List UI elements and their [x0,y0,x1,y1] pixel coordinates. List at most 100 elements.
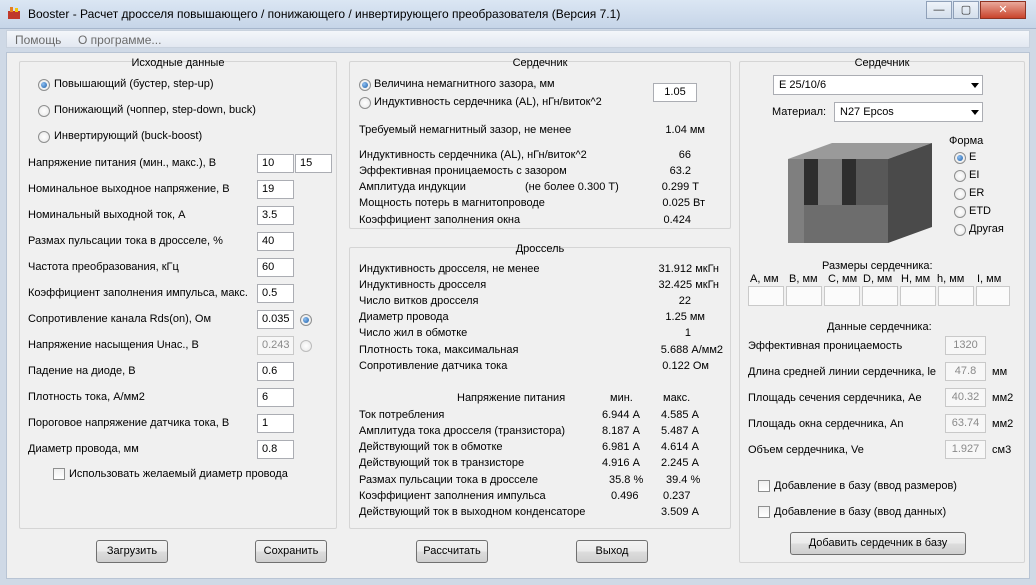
shape-etd-label: ETD [969,205,991,217]
dim-c-input[interactable] [824,286,860,306]
save-button[interactable]: Сохранить [255,540,327,563]
rds-input[interactable]: 0.035 [257,310,294,329]
gap-input[interactable]: 1.05 [653,83,697,102]
mean-path-input[interactable]: 47.8 [945,362,986,381]
volume-input[interactable]: 1.927 [945,440,986,459]
mode-step-up-radio[interactable] [38,79,50,91]
shape-ei-label: EI [969,169,980,181]
cross-section-input[interactable]: 40.32 [945,388,986,407]
add-data-checkbox[interactable] [758,506,770,518]
add-data-label: Добавление в базу (ввод данных) [774,506,947,518]
dim-c-label: C, мм [828,273,858,285]
induction-label: Амплитуда индукции [359,181,466,193]
al-radio-label: Индуктивность сердечника (AL), нГн/виток… [374,96,602,108]
diode-drop-input[interactable]: 0.6 [257,362,294,381]
sense-voltage-label: Пороговое напряжение датчика тока, В [28,417,230,429]
core-data-title: Данные сердечника: [827,321,932,333]
gap-radio[interactable] [359,79,371,91]
shape-e-radio[interactable] [954,152,966,164]
dim-b-input[interactable] [786,286,822,306]
transistor-rms-max: 2.245 А [661,457,699,469]
add-dims-checkbox[interactable] [758,480,770,492]
max-current-density-value: 5.688 А/мм2 [660,344,723,356]
volume-label: Объем сердечника, Ve [748,444,864,456]
exit-button[interactable]: Выход [576,540,648,563]
duty-result-label: Коэффициент заполнения импульса [359,490,546,502]
core-loss-value: 0.025 Вт [662,197,705,209]
minimize-button[interactable]: — [926,1,952,19]
frequency-input[interactable]: 60 [257,258,294,277]
winding-rms-min: 6.981 А [602,441,640,453]
ripple-input[interactable]: 40 [257,232,294,251]
mean-path-label: Длина средней линии сердечника, le [748,366,936,378]
dim-a-input[interactable] [748,286,784,306]
supply-min-input[interactable]: 10 [257,154,294,173]
sense-voltage-input[interactable]: 1 [257,414,294,433]
turns-label: Число витков дросселя [359,295,479,307]
vout-input[interactable]: 19 [257,180,294,199]
transistor-rms-min: 4.916 А [602,457,640,469]
window-area-unit: мм2 [992,418,1014,430]
add-core-button[interactable]: Добавить сердечник в базу [790,532,966,555]
dim-h-input[interactable] [900,286,936,306]
shape-er-radio[interactable] [954,188,966,200]
shape-ei-radio[interactable] [954,170,966,182]
maximize-button[interactable]: ▢ [953,1,979,19]
dim-a-label: A, мм [750,273,779,285]
core-al-label: Индуктивность сердечника (AL), нГн/виток… [359,149,587,161]
material-combo-value: N27 Epcos [840,106,894,118]
use-wire-checkbox[interactable] [53,468,65,480]
iout-input[interactable]: 3.5 [257,206,294,225]
mode-buck-boost-radio[interactable] [38,131,50,143]
usat-label: Напряжение насыщения Uнас., В [28,339,199,351]
eff-perm-gap-value: 63.2 [669,165,691,177]
shape-etd-radio[interactable] [954,206,966,218]
close-button[interactable]: ✕ [980,1,1026,19]
window-area-label: Площадь окна сердечника, An [748,418,904,430]
window-area-input[interactable]: 63.74 [945,414,986,433]
menu-help[interactable]: Помощь [15,33,61,47]
core-image [782,135,934,243]
calculate-button[interactable]: Рассчитать [416,540,488,563]
winding-rms-max: 4.614 А [661,441,699,453]
dim-h-small-input[interactable] [938,286,974,306]
load-button[interactable]: Загрузить [96,540,168,563]
wire-diameter-label: Диаметр провода, мм [28,443,139,455]
core-combo[interactable]: E 25/10/6 [773,75,983,95]
current-density-label: Плотность тока, А/мм2 [28,391,145,403]
mean-path-unit: мм [992,366,1008,378]
usat-input[interactable]: 0.243 [257,336,294,355]
add-dims-label: Добавление в базу (ввод размеров) [774,480,957,492]
dim-d-label: D, мм [863,273,893,285]
current-density-input[interactable]: 6 [257,388,294,407]
required-gap-label: Требуемый немагнитный зазор, не менее [359,124,572,136]
mode-step-down-radio[interactable] [38,105,50,117]
turns-value: 22 [678,295,691,307]
menu-about[interactable]: О программе... [78,33,161,47]
rds-radio[interactable] [300,314,312,326]
core-combo-value: E 25/10/6 [779,79,827,91]
material-combo[interactable]: N27 Epcos [834,102,983,122]
usat-radio[interactable] [300,340,312,352]
wire-diameter-input[interactable]: 0.8 [257,440,294,459]
choke-group-title: Дроссель [515,243,565,255]
volume-unit: см3 [992,444,1012,456]
dim-i-input[interactable] [976,286,1010,306]
supply-max-input[interactable]: 15 [295,154,332,173]
mode-step-down-label: Понижающий (чоппер, step-down, buck) [54,104,256,116]
duty-input[interactable]: 0.5 [257,284,294,303]
iout-label: Номинальный выходной ток, А [28,209,186,221]
sense-resistor-value: 0.122 Ом [662,360,709,372]
eff-perm-label: Эффективная проницаемость [748,340,903,352]
ripple-result-label: Размах пульсации тока в дросселе [359,474,538,486]
eff-perm-input[interactable]: 1320 [945,336,986,355]
max-header: макс. [663,392,691,404]
core-group-title: Сердечник [512,57,568,69]
strands-label: Число жил в обмотке [359,327,468,339]
input-current-max: 4.585 А [661,409,699,421]
dim-d-input[interactable] [862,286,898,306]
al-radio[interactable] [359,97,371,109]
shape-other-radio[interactable] [954,224,966,236]
choke-ind-min-value: 31.912 мкГн [658,263,720,275]
input-group-title: Исходные данные [131,57,225,69]
